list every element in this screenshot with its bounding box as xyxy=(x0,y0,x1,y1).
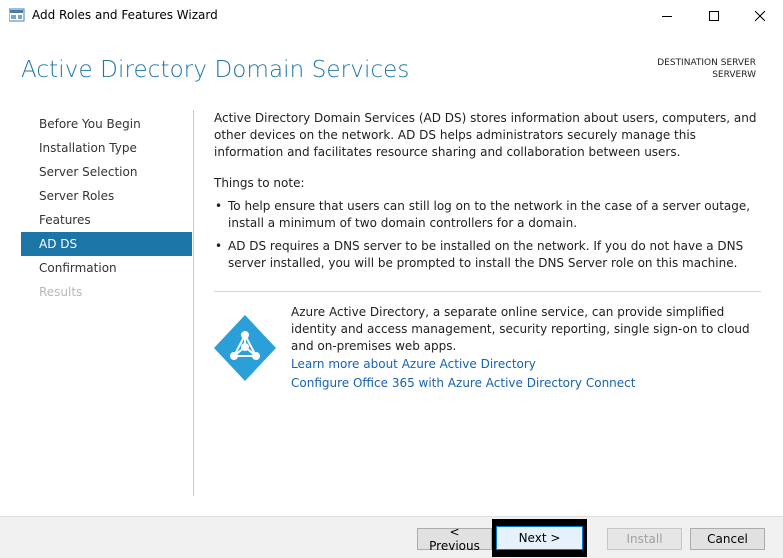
nav-item-server-roles[interactable]: Server Roles xyxy=(21,184,192,208)
intro-paragraph: Active Directory Domain Services (AD DS)… xyxy=(214,111,757,159)
azure-active-directory-icon xyxy=(214,315,276,381)
maximize-icon xyxy=(709,10,719,21)
minimize-icon xyxy=(662,15,672,17)
list-item: • To help ensure that users can still log… xyxy=(214,198,764,232)
bullet-icon: • xyxy=(215,199,223,213)
nav-item-server-selection[interactable]: Server Selection xyxy=(21,160,192,184)
next-button-highlight: Next > xyxy=(492,519,587,557)
close-icon xyxy=(755,10,765,21)
nav-item-features[interactable]: Features xyxy=(21,208,192,232)
server-manager-icon xyxy=(9,8,25,22)
nav-item-confirmation[interactable]: Confirmation xyxy=(21,256,192,280)
page-title: Active Directory Domain Services xyxy=(21,57,410,83)
cancel-button[interactable]: Cancel xyxy=(690,528,765,550)
maximize-button[interactable] xyxy=(691,0,737,31)
notes-list: • To help ensure that users can still log… xyxy=(214,198,764,272)
previous-button[interactable]: < Previous xyxy=(417,525,492,553)
wizard-steps-nav: Before You Begin Installation Type Serve… xyxy=(21,112,192,304)
destination-server-label: DESTINATION SERVER xyxy=(657,58,756,68)
note-text: AD DS requires a DNS server to be instal… xyxy=(228,239,744,270)
nav-item-before-you-begin[interactable]: Before You Begin xyxy=(21,112,192,136)
section-divider xyxy=(214,291,761,292)
azure-description: Azure Active Directory, a separate onlin… xyxy=(291,305,750,353)
configure-office365-link[interactable]: Configure Office 365 with Azure Active D… xyxy=(291,376,635,390)
notes-heading: Things to note: xyxy=(214,176,305,190)
main-content: Active Directory Domain Services (AD DS)… xyxy=(214,110,764,278)
wizard-header: Active Directory Domain Services DESTINA… xyxy=(0,31,783,95)
window-title: Add Roles and Features Wizard xyxy=(32,8,218,22)
next-button[interactable]: Next > xyxy=(496,526,583,550)
close-button[interactable] xyxy=(737,0,783,31)
title-bar: Add Roles and Features Wizard xyxy=(0,0,783,31)
list-item: • AD DS requires a DNS server to be insta… xyxy=(214,238,764,272)
nav-item-results: Results xyxy=(39,285,83,299)
bullet-icon: • xyxy=(215,239,223,253)
install-button: Install xyxy=(607,528,682,550)
destination-server-name: SERVERW xyxy=(712,70,756,80)
learn-more-azure-link[interactable]: Learn more about Azure Active Directory xyxy=(291,357,536,371)
nav-item-ad-ds[interactable]: AD DS xyxy=(21,232,192,256)
minimize-button[interactable] xyxy=(644,0,690,31)
nav-divider xyxy=(193,110,194,496)
note-text: To help ensure that users can still log … xyxy=(228,199,751,230)
nav-item-installation-type[interactable]: Installation Type xyxy=(21,136,192,160)
